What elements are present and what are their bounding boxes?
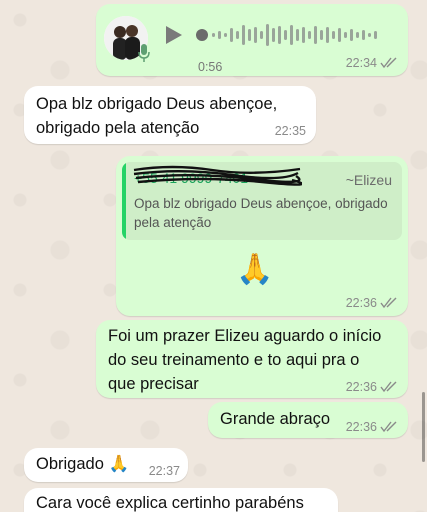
timestamp-text: 22:36 [345,296,377,310]
quote-accent-bar [122,162,126,240]
incoming-message[interactable]: Cara você explica certinho parabéns [24,488,338,512]
message-line: do seu treinamento e to aqui pra o [108,351,360,369]
message-text: Obrigado 🙏 [36,455,130,473]
outgoing-message[interactable]: Grande abraço 22:36 [208,402,408,438]
message-line: Foi um prazer Elizeu aguardo o início [108,327,382,345]
message-text: Grande abraço [220,410,331,428]
message-timestamp: 22:36 [346,420,398,434]
message-timestamp: 22:36 [346,380,398,394]
message-text: Cara você explica certinho parabéns [36,494,304,512]
timestamp-text: 22:34 [345,56,377,70]
timestamp-text: 22:36 [345,420,377,434]
quoted-text-line: Opa blz obrigado Deus abençoe, obrigado [134,196,388,211]
message-timestamp: 22:34 [346,56,398,70]
timestamp-text: 22:36 [345,380,377,394]
quoted-name: ~Elizeu [345,172,392,188]
quoted-message[interactable]: +55 41 9999-7401 ~Elizeu Opa blz obrigad… [122,162,402,240]
message-timestamp: 22:35 [274,124,306,138]
microphone-icon [138,44,150,62]
voice-duration: 0:56 [198,60,223,74]
praying-hands-emoji: 🙏 [236,253,274,286]
double-check-icon [380,381,397,393]
play-icon[interactable] [166,26,182,44]
double-check-icon [380,57,397,69]
message-line: obrigado pela atenção [36,119,200,137]
quoted-text-line: pela atenção [134,215,212,230]
outgoing-message[interactable]: Foi um prazer Elizeu aguardo o início do… [96,320,408,398]
incoming-message[interactable]: Obrigado 🙏 22:37 [24,448,188,482]
reply-message-bubble[interactable]: +55 41 9999-7401 ~Elizeu Opa blz obrigad… [116,156,408,316]
message-timestamp: 22:36 [346,296,398,310]
incoming-message[interactable]: Opa blz obrigado Deus abençoe, obrigado … [24,86,316,144]
double-check-icon [380,297,397,309]
scrollbar[interactable] [422,392,425,462]
message-line: que precisar [108,375,199,393]
message-line: Opa blz obrigado Deus abençoe, [36,95,278,113]
audio-waveform[interactable] [196,22,386,48]
double-check-icon [380,421,397,433]
voice-message-bubble[interactable]: 0:56 22:34 [96,4,408,76]
redaction-scribble [133,165,302,186]
message-timestamp: 22:37 [148,464,180,478]
